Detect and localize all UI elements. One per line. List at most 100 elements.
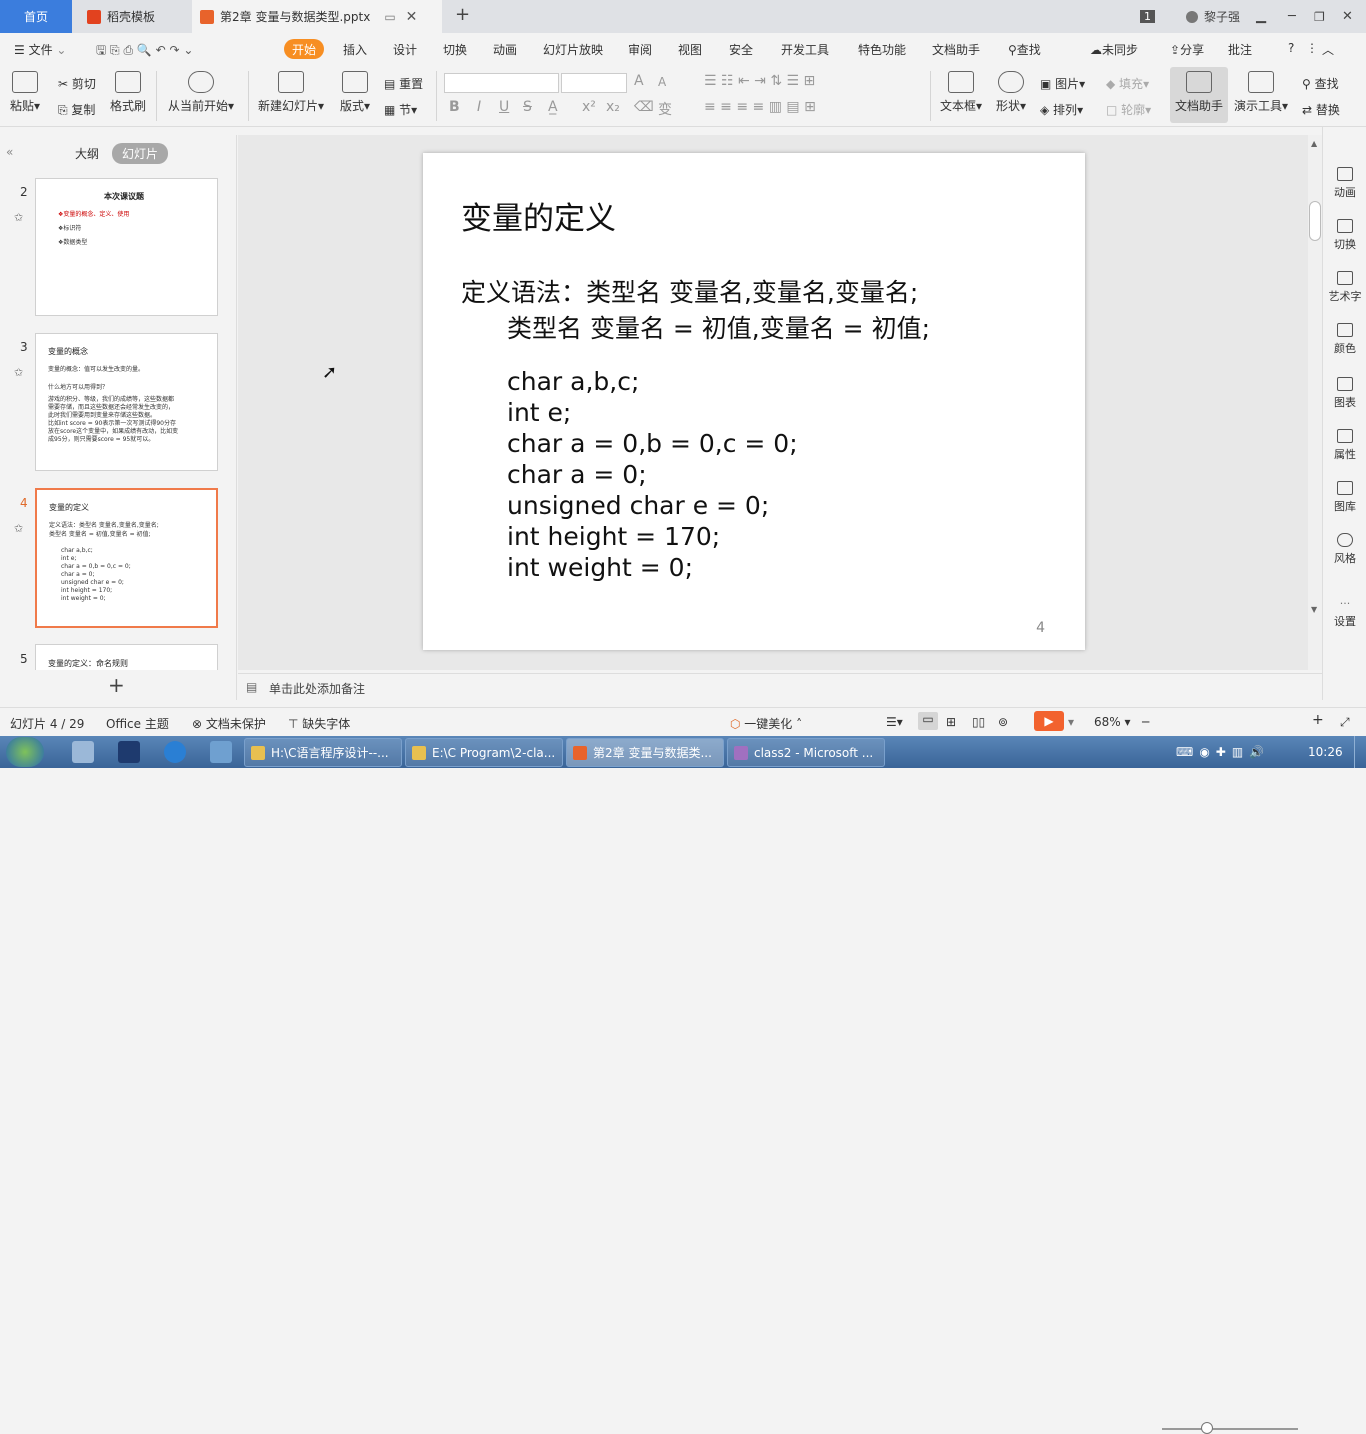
window-count-badge[interactable]: 1 (1140, 0, 1155, 33)
reading-view-icon[interactable]: ▯▯ (972, 715, 985, 729)
rail-settings[interactable]: ··· 设置 (1323, 597, 1366, 629)
font-color-icon[interactable]: A̲ (548, 99, 558, 115)
slide-code-line[interactable]: int e; (507, 398, 571, 427)
app-k-icon[interactable] (164, 741, 186, 763)
strikethrough-button[interactable]: S (523, 99, 532, 115)
collapse-panel-icon[interactable]: « (6, 145, 13, 159)
taskbar-item-presentation[interactable]: 第2章 变量与数据类... (566, 738, 724, 767)
star-icon[interactable]: ✩ (14, 366, 23, 379)
slide-code-line[interactable]: int height = 170; (507, 522, 720, 551)
app-window-icon[interactable] (210, 741, 232, 763)
rail-animation[interactable]: 动画 (1323, 167, 1366, 200)
align-icon[interactable]: ≡ ≡ ≡ ≡ ▥ ▤ ⊞ (704, 99, 816, 115)
phonetic-icon[interactable]: 变 (658, 99, 672, 119)
superscript-icon[interactable]: x² (582, 99, 596, 115)
copy-button[interactable]: ⎘ 复制 (58, 101, 95, 118)
bold-button[interactable]: B (449, 99, 460, 115)
sync-status[interactable]: ☁未同步 (1090, 41, 1138, 58)
outline-button[interactable]: □ 轮廓▾ (1106, 101, 1151, 118)
format-painter-button[interactable]: 格式刷 (110, 71, 146, 114)
layout-button[interactable]: 版式▾ (340, 71, 370, 114)
slide-thumb-3[interactable]: 变量的概念 变量的概念：值可以发生改变的量。 什么地方可以用得到？ 游戏的积分、… (35, 333, 218, 471)
beautify-button[interactable]: ⬡ 一键美化 ˄ (730, 715, 802, 732)
new-tab-icon[interactable]: + (455, 4, 470, 25)
star-icon[interactable]: ✩ (14, 522, 23, 535)
shape-button[interactable]: 形状▾ (996, 71, 1026, 114)
tab-float-icon[interactable]: ▭ (384, 10, 395, 24)
start-button[interactable] (6, 737, 44, 767)
font-size-combo[interactable] (561, 73, 627, 93)
tab-home[interactable]: 首页 (0, 0, 72, 33)
missing-font-status[interactable]: ⊤ 缺失字体 (288, 715, 350, 732)
zoom-slider-handle[interactable] (1201, 1422, 1213, 1434)
minimize-small-icon[interactable]: ▁ (1256, 0, 1266, 33)
slide-title[interactable]: 变量的定义 (461, 193, 616, 238)
slide-syntax-line-2[interactable]: 类型名 变量名 = 初值,变量名 = 初值; (507, 309, 930, 345)
quick-access-toolbar[interactable]: 🖫 ⎘ ⎙ 🔍 ↶ ↷ ⌄ (96, 41, 193, 62)
notes-view-icon[interactable]: ☰▾ (886, 715, 903, 729)
slide-code-line[interactable]: char a,b,c; (507, 367, 639, 396)
help-icon[interactable]: ? (1288, 41, 1294, 55)
calculator-icon[interactable] (72, 741, 94, 763)
protection-status[interactable]: ⊗ 文档未保护 (192, 715, 266, 732)
comment-button[interactable]: 批注 (1228, 41, 1252, 58)
slide-code-line[interactable]: int weight = 0; (507, 553, 693, 582)
tab-outline[interactable]: 大纲 (75, 145, 99, 162)
show-desktop-button[interactable] (1354, 736, 1366, 768)
cut-button[interactable]: ✂ 剪切 (58, 75, 96, 92)
menu-tab-start[interactable]: 开始 (284, 39, 324, 59)
tab-document[interactable]: 第2章 变量与数据类型.pptx ▭ ✕ (192, 0, 442, 33)
rail-properties[interactable]: 属性 (1323, 429, 1366, 462)
paste-button[interactable]: 粘贴▾ (10, 71, 40, 114)
photoshop-icon[interactable] (118, 741, 140, 763)
close-icon[interactable]: ✕ (406, 9, 418, 25)
taskbar-item-folder-2[interactable]: E:\C Program\2-cla... (405, 738, 563, 767)
menu-tab-developer[interactable]: 开发工具 (781, 41, 829, 58)
new-slide-button[interactable]: 新建幻灯片▾ (258, 71, 324, 114)
underline-button[interactable]: U (499, 99, 509, 115)
tab-slides[interactable]: 幻灯片 (112, 143, 169, 164)
slide-thumb-5[interactable]: 变量的定义：命名规则 (35, 644, 218, 670)
eraser-icon[interactable]: ⌫ (634, 99, 654, 115)
slide-code-line[interactable]: unsigned char e = 0; (507, 491, 769, 520)
slide-code-line[interactable]: char a = 0; (507, 460, 647, 489)
search-command[interactable]: ⚲查找 (1008, 41, 1041, 58)
shrink-font-button[interactable]: A (658, 75, 666, 89)
rail-style[interactable]: 风格 (1323, 533, 1366, 566)
fill-button[interactable]: ◆ 填充▾ (1106, 75, 1149, 92)
font-name-combo[interactable] (444, 73, 559, 93)
tab-template[interactable]: 稻壳模板 (73, 0, 191, 33)
slide-code-line[interactable]: char a = 0,b = 0,c = 0; (507, 429, 798, 458)
restore-icon[interactable]: ❐ (1314, 0, 1325, 33)
play-options-icon[interactable]: ▾ (1068, 715, 1074, 729)
menu-tab-doc-assistant[interactable]: 文档助手 (932, 41, 980, 58)
presentation-tools-button[interactable]: 演示工具▾ (1234, 71, 1288, 114)
close-window-icon[interactable]: ✕ (1342, 0, 1353, 33)
menu-tab-insert[interactable]: 插入 (343, 41, 367, 58)
scroll-thumb[interactable] (1309, 201, 1321, 241)
from-current-button[interactable]: 从当前开始▾ (168, 71, 234, 114)
slide-thumb-4[interactable]: 变量的定义 定义语法：类型名 变量名,变量名,变量名; 类型名 变量名 = 初值… (35, 488, 218, 628)
section-button[interactable]: ▦ 节▾ (384, 101, 417, 118)
grow-font-button[interactable]: A (634, 73, 644, 89)
menu-tab-animation[interactable]: 动画 (493, 41, 517, 58)
bullets-icon[interactable]: ☰ ☷ ⇤ ⇥ ⇅ ☰ ⊞ (704, 73, 815, 89)
zoom-out-icon[interactable]: ─ (1142, 715, 1149, 729)
add-slide-button[interactable]: + (108, 673, 125, 697)
slide-thumb-2[interactable]: 本次课议题 ❖变量的概念、定义、使用 ❖标识符 ❖数据类型 (35, 178, 218, 316)
tray-icons[interactable]: ⌨◉✚▥🔊 (1176, 745, 1270, 759)
zoom-in-icon[interactable]: + (1312, 712, 1324, 728)
user-profile[interactable]: 黎子强 (1186, 0, 1240, 33)
menu-tab-security[interactable]: 安全 (729, 41, 753, 58)
current-slide[interactable]: 变量的定义 定义语法：类型名 变量名,变量名,变量名; 类型名 变量名 = 初值… (423, 153, 1085, 650)
play-slideshow-button[interactable]: ▶ (1034, 711, 1064, 731)
scroll-up-icon[interactable]: ▲ (1311, 139, 1317, 148)
replace-button[interactable]: ⇄ 替换 (1302, 101, 1340, 118)
share-button[interactable]: ⇪分享 (1170, 41, 1204, 58)
textbox-button[interactable]: 文本框▾ (940, 71, 982, 114)
rail-wordart[interactable]: 艺术字 (1323, 271, 1366, 304)
doc-assistant-button[interactable]: 文档助手 (1170, 67, 1228, 123)
normal-view-icon[interactable]: ▭ (918, 712, 938, 730)
menu-tab-features[interactable]: 特色功能 (858, 41, 906, 58)
subscript-icon[interactable]: x₂ (606, 99, 620, 115)
